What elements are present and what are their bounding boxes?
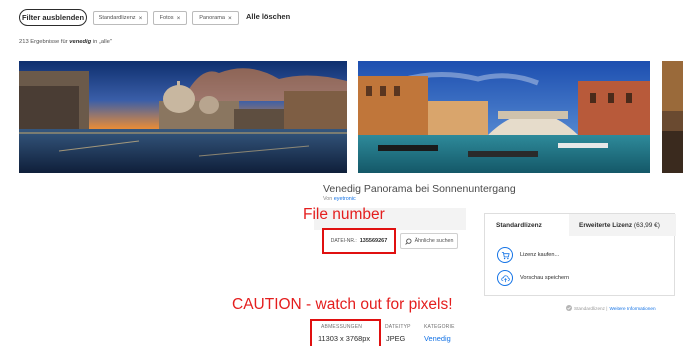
more-info-link[interactable]: Weitere Informationen [610,306,656,311]
license-footer-text: Standardlizenz | [574,305,608,311]
image-title: Venedig Panorama bei Sonnenuntergang [323,183,516,195]
file-number-label: DATEI-NR.: [330,238,357,244]
filter-chip-standard-license[interactable]: Standardlizenz × [93,11,148,25]
save-preview-label: Vorschau speichern [520,275,570,281]
results-prefix: 213 Ergebnisse für [19,39,70,45]
cloud-upload-icon [497,270,513,286]
results-count: 213 Ergebnisse für venedig in „alle" [19,39,112,45]
chip-label: Standardlizenz [98,15,136,21]
hide-filters-button[interactable]: Filter ausblenden [19,9,87,26]
file-number-highlight: DATEI-NR.: 135569267 [322,228,396,254]
tab-extended-label: Erweiterte Lizenz [579,221,633,229]
file-number-value: 135569267 [359,238,388,244]
buy-license-button[interactable]: Lizenz kaufen... [497,247,559,263]
category-link[interactable]: Venedig [424,334,451,343]
search-icon [404,237,412,245]
tab-extended-price: (63,99 €) [633,221,660,229]
dimensions-value: 11303 x 3768px [318,334,371,343]
chip-label: Panorama [199,15,225,21]
author-link[interactable]: eyetronic [334,196,356,202]
thumbnail-image [662,61,683,173]
license-footer: Standardlizenz | Weitere Informationen [566,305,656,311]
thumbnail-venice-sunset[interactable] [19,61,347,173]
close-icon[interactable]: × [228,15,232,22]
dimensions-label: ABMESSUNGEN [321,324,363,330]
tab-standard-license[interactable]: Standardlizenz [485,214,569,236]
close-icon[interactable]: × [139,15,143,22]
chip-label: Fotos [159,15,174,21]
thumbnail-image [358,61,650,173]
thumbnail-venice-rialto[interactable] [358,61,650,173]
check-circle-icon [566,305,572,311]
author-prefix: Von [323,196,334,202]
buy-license-label: Lizenz kaufen... [520,252,560,258]
find-similar-button[interactable]: Ähnliche suchen [400,233,458,249]
close-icon[interactable]: × [177,15,181,22]
results-query: venedig [69,39,92,45]
thumbnail-image [19,61,347,173]
filetype-value: JPEG [386,334,406,343]
category-label: KATEGORIE [424,324,455,330]
cart-icon [497,247,513,263]
save-preview-button[interactable]: Vorschau speichern [497,270,569,286]
annotation-caution: CAUTION - watch out for pixels! [232,296,453,313]
tab-extended-license[interactable]: Erweiterte Lizenz (63,99 €) [569,214,676,236]
author-line: Von eyetronic [323,196,356,202]
thumbnail-partial[interactable] [662,61,683,173]
annotation-file-number: File number [303,206,385,223]
filter-chip-photos[interactable]: Fotos × [153,11,187,25]
find-similar-label: Ähnliche suchen [414,238,454,244]
clear-all-link[interactable]: Alle löschen [246,12,290,21]
filetype-label: DATEITYP [385,324,411,330]
license-tabs: Standardlizenz Erweiterte Lizenz (63,99 … [485,214,676,236]
results-suffix: in „alle" [91,39,112,45]
license-panel: Standardlizenz Erweiterte Lizenz (63,99 … [484,213,676,296]
filter-chip-panorama[interactable]: Panorama × [192,11,239,25]
